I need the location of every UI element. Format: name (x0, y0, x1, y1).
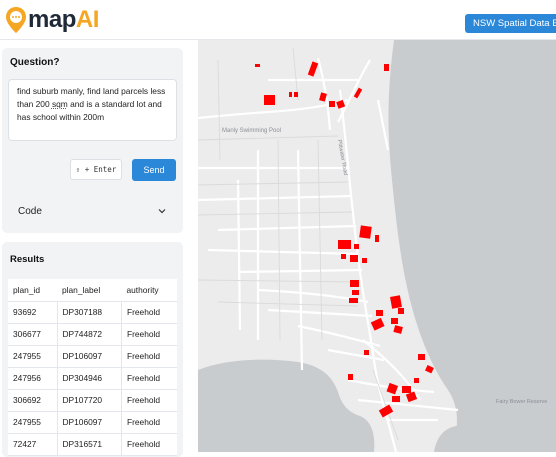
column-header: authority (121, 279, 177, 301)
map-label-reserve: Fairy Bower Reserve (496, 399, 547, 405)
nsw-spatial-data-button[interactable]: NSW Spatial Data Exp (465, 14, 556, 33)
logo-wordmark: mapAI (28, 6, 99, 34)
table-cell: Freehold (121, 345, 177, 367)
table-cell: Freehold (121, 323, 177, 345)
table-cell: DP106097 (57, 345, 121, 367)
table-row[interactable]: 306692DP107720Freehold (8, 389, 177, 411)
column-header: plan_id (8, 279, 57, 301)
table-cell: DP106097 (57, 411, 121, 433)
send-button[interactable]: Send (132, 159, 176, 181)
table-cell: 306677 (8, 323, 57, 345)
shift-enter-hint: ⇧ + Enter (70, 159, 122, 180)
chevron-down-icon (157, 206, 167, 216)
table-cell: 306692 (8, 389, 57, 411)
app-logo[interactable]: mapAI (5, 6, 99, 34)
map-label-pool: Manly Swimming Pool (222, 128, 281, 134)
table-row[interactable]: 93692DP307188Freehold (8, 301, 177, 323)
table-cell: DP307188 (57, 301, 121, 323)
app-header: mapAI NSW Spatial Data Exp (0, 0, 556, 40)
map-view[interactable]: Manly Swimming Pool Pittwater Road Fairy… (198, 40, 556, 452)
map-pin-icon (5, 6, 27, 34)
sidebar: Question? find suburb manly, find land p… (0, 40, 198, 452)
table-cell: 247955 (8, 345, 57, 367)
table-cell: 247955 (8, 411, 57, 433)
table-cell: DP744872 (57, 323, 121, 345)
table-cell: Freehold (121, 301, 177, 323)
results-table: plan_id plan_label authority 93692DP3071… (8, 279, 177, 456)
table-row[interactable]: 247955DP106097Freehold (8, 345, 177, 367)
table-header-row: plan_id plan_label authority (8, 279, 177, 301)
table-row[interactable]: 306677DP744872Freehold (8, 323, 177, 345)
table-cell: Freehold (121, 367, 177, 389)
table-cell: 247956 (8, 367, 57, 389)
table-cell: Freehold (121, 411, 177, 433)
results-title: Results (10, 254, 44, 265)
code-label: Code (18, 206, 42, 217)
table-cell: DP304946 (57, 367, 121, 389)
question-input[interactable]: find suburb manly, find land parcels les… (8, 79, 177, 141)
column-header: plan_label (57, 279, 121, 301)
table-row[interactable]: 247956DP304946Freehold (8, 367, 177, 389)
table-row[interactable]: 247955DP106097Freehold (8, 411, 177, 433)
question-title: Question? (10, 57, 59, 68)
results-card: Results plan_id plan_label authority 936… (2, 242, 183, 457)
table-cell: 93692 (8, 301, 57, 323)
table-cell: DP107720 (57, 389, 121, 411)
table-cell: Freehold (121, 389, 177, 411)
code-accordion[interactable]: Code (2, 190, 183, 233)
map-canvas[interactable]: Manly Swimming Pool Pittwater Road Fairy… (198, 40, 556, 452)
